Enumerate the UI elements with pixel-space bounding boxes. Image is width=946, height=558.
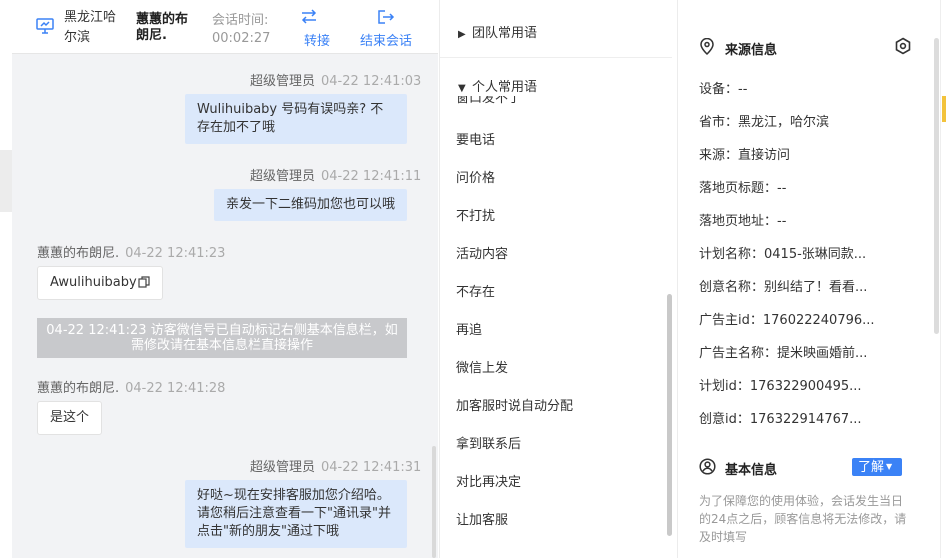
phrase-item[interactable]: 拿到联系后 bbox=[456, 433, 521, 452]
caret-down-icon: ▼ bbox=[458, 83, 466, 94]
learn-more-dropdown[interactable]: 了解 ▼ bbox=[852, 458, 902, 476]
message-sender: 超级管理员 bbox=[250, 74, 316, 89]
agent-message: Wulihuibaby 号码有误吗亲? 不存在加不了哦 bbox=[185, 94, 407, 144]
info-province-city: 省市：黑龙江，哈尔滨 bbox=[699, 115, 830, 130]
chat-header: 黑龙江哈尔滨 蕙蕙的布朗尼. 会话时间: 00:02:27 转接 结束会话 bbox=[12, 0, 438, 54]
basic-info-heading: 基本信息 bbox=[699, 458, 778, 478]
agent-message: 好哒~现在安排客服加您介绍哈。请您稍后注意查看一下"通讯录"并点击"新的朋友"通… bbox=[185, 480, 407, 548]
phrase-item[interactable]: 微信上发 bbox=[456, 357, 508, 376]
personal-phrases-label: 个人常用语 bbox=[472, 80, 538, 95]
customer-name: 蕙蕙的布朗尼. bbox=[136, 12, 189, 43]
phrase-item[interactable]: 让加客服 bbox=[456, 509, 508, 528]
transfer-button[interactable]: 转接 bbox=[300, 8, 334, 49]
phrase-item[interactable]: 窗口发不了 bbox=[456, 96, 576, 104]
message-meta: 蕙蕙的布朗尼. 04-22 12:41:28 bbox=[37, 377, 225, 396]
info-device: 设备：-- bbox=[699, 82, 748, 97]
message-time: 04-22 12:41:03 bbox=[321, 74, 422, 89]
settings-icon[interactable] bbox=[894, 37, 912, 55]
info-panel: 来源信息 设备：-- 省市：黑龙江，哈尔滨 来源：直接访问 落地页标题：-- 落… bbox=[679, 0, 937, 558]
message-time: 04-22 12:41:23 bbox=[125, 246, 226, 261]
learn-more-label: 了解 bbox=[858, 460, 885, 475]
agent-message: 亲发一下二维码加您也可以哦 bbox=[214, 189, 407, 221]
info-plan-id: 计划id：176322900495... bbox=[699, 379, 862, 394]
message-meta: 超级管理员 04-22 12:41:11 bbox=[250, 165, 421, 184]
divider bbox=[440, 57, 672, 58]
personal-phrases-toggle[interactable]: ▼ 个人常用语 bbox=[458, 76, 537, 95]
message-sender: 超级管理员 bbox=[250, 169, 316, 184]
message-time: 04-22 12:41:31 bbox=[321, 460, 422, 475]
message-sender: 蕙蕙的布朗尼. bbox=[37, 381, 120, 396]
source-info-title: 来源信息 bbox=[725, 43, 778, 58]
info-creative-id: 创意id：176322914767... bbox=[699, 412, 862, 427]
left-edge-strip bbox=[0, 150, 12, 212]
phrase-item-label: 窗口发不了 bbox=[456, 96, 522, 104]
transfer-label: 转接 bbox=[303, 34, 330, 49]
phrase-item[interactable]: 加客服时说自动分配 bbox=[456, 395, 573, 414]
message-time: 04-22 12:41:28 bbox=[125, 381, 226, 396]
transfer-icon bbox=[301, 9, 317, 24]
team-phrases-label: 团队常用语 bbox=[472, 26, 538, 41]
end-session-label: 结束会话 bbox=[359, 34, 412, 49]
location-pin-icon bbox=[700, 38, 714, 55]
visitor-message-text: Awulihuibaby bbox=[50, 275, 137, 290]
phrases-panel: ▶ 团队常用语 ▼ 个人常用语 窗口发不了 要电话 问价格 不打扰 活动内容 不存在… bbox=[439, 0, 678, 558]
info-advertiser-id: 广告主id：176022240796... bbox=[699, 313, 875, 328]
duration-label: 会话时间: bbox=[212, 13, 269, 28]
duration-value: 00:02:27 bbox=[212, 31, 271, 46]
info-creative-name: 创意名称：别纠结了！看看... bbox=[699, 280, 868, 295]
info-landing-title: 落地页标题：-- bbox=[699, 181, 787, 196]
phrase-item[interactable]: 要电话 bbox=[456, 129, 495, 148]
phrase-item[interactable]: 问价格 bbox=[456, 167, 495, 186]
info-scrollbar[interactable] bbox=[934, 38, 939, 334]
end-session-button[interactable]: 结束会话 bbox=[356, 8, 416, 49]
phrase-item[interactable]: 再追 bbox=[456, 319, 482, 338]
caret-right-icon: ▶ bbox=[458, 29, 466, 40]
copy-icon[interactable] bbox=[138, 276, 150, 288]
caret-down-icon: ▼ bbox=[886, 462, 893, 471]
right-edge-marker bbox=[942, 96, 946, 122]
message-sender: 超级管理员 bbox=[250, 460, 316, 475]
phrases-scrollbar[interactable] bbox=[667, 294, 672, 536]
right-edge-panel bbox=[940, 0, 946, 558]
phrase-item[interactable]: 不存在 bbox=[456, 281, 495, 300]
source-info-heading: 来源信息 bbox=[699, 38, 778, 58]
message-meta: 蕙蕙的布朗尼. 04-22 12:41:23 bbox=[37, 242, 225, 261]
visitor-message: 是这个 bbox=[37, 401, 103, 435]
app-root: 黑龙江哈尔滨 蕙蕙的布朗尼. 会话时间: 00:02:27 转接 结束会话 超级… bbox=[0, 0, 946, 558]
basic-info-notice: 为了保障您的使用体验，会话发生当日的24点之后，顾客信息将无法修改，请及时填写 bbox=[699, 494, 907, 544]
phrase-item[interactable]: 活动内容 bbox=[456, 243, 508, 262]
basic-info-title: 基本信息 bbox=[725, 463, 778, 478]
message-time: 04-22 12:41:11 bbox=[321, 169, 422, 184]
message-sender: 蕙蕙的布朗尼. bbox=[37, 246, 120, 261]
message-meta: 超级管理员 04-22 12:41:31 bbox=[250, 456, 421, 475]
visitor-location: 黑龙江哈尔滨 bbox=[64, 10, 117, 45]
monitor-icon bbox=[36, 18, 54, 34]
message-meta: 超级管理员 04-22 12:41:03 bbox=[250, 70, 421, 89]
phrase-item[interactable]: 不打扰 bbox=[456, 205, 495, 224]
info-plan-name: 计划名称：0415-张琳同款... bbox=[699, 247, 867, 262]
visitor-message: Awulihuibaby bbox=[37, 266, 163, 300]
team-phrases-toggle[interactable]: ▶ 团队常用语 bbox=[458, 22, 537, 41]
info-source: 来源：直接访问 bbox=[699, 148, 791, 163]
user-circle-icon bbox=[699, 458, 716, 475]
info-advertiser-name: 广告主名称：提米映画婚前... bbox=[699, 346, 868, 361]
exit-icon bbox=[378, 10, 395, 24]
chat-panel: 黑龙江哈尔滨 蕙蕙的布朗尼. 会话时间: 00:02:27 转接 结束会话 超级… bbox=[12, 0, 438, 558]
info-landing-url: 落地页地址：-- bbox=[699, 214, 787, 229]
system-note: 04-22 12:41:23 访客微信号已自动标记右侧基本信息栏，如需修改请在基… bbox=[37, 318, 407, 358]
phrase-item[interactable]: 对比再决定 bbox=[456, 471, 521, 490]
chat-scrollbar[interactable] bbox=[432, 446, 436, 558]
